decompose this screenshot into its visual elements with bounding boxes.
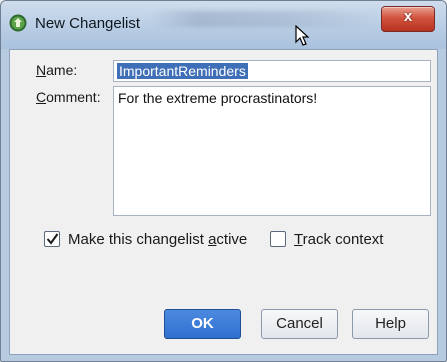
name-input[interactable]: ImportantReminders — [113, 60, 431, 82]
mouse-pointer-icon — [295, 25, 310, 46]
comment-textarea[interactable]: For the extreme procrastinators! — [113, 86, 431, 216]
app-icon — [9, 14, 27, 32]
make-active-label: Make this changelist active — [68, 231, 248, 248]
cancel-button[interactable]: Cancel — [261, 309, 338, 339]
new-changelist-dialog: New Changelist x Name: ImportantReminder… — [0, 0, 447, 362]
track-context-checkbox[interactable] — [270, 231, 286, 247]
ok-button[interactable]: OK — [164, 309, 241, 339]
help-button[interactable]: Help — [352, 309, 429, 339]
make-active-option[interactable]: Make this changelist active — [44, 230, 264, 250]
close-button[interactable]: x — [381, 6, 435, 32]
track-context-option[interactable]: Track context — [270, 230, 410, 250]
checkmark-icon — [46, 233, 59, 245]
dialog-body: Name: ImportantReminders Comment: For th… — [9, 49, 438, 355]
track-context-label: Track context — [294, 231, 384, 248]
title-bar[interactable]: New Changelist x — [1, 1, 446, 49]
name-label: Name: — [36, 62, 78, 78]
name-input-value[interactable]: ImportantReminders — [117, 63, 248, 79]
comment-textarea-value: For the extreme procrastinators! — [118, 90, 318, 106]
comment-label: Comment: — [36, 89, 101, 105]
make-active-checkbox[interactable] — [44, 231, 60, 247]
background-blur — [151, 11, 381, 27]
close-icon: x — [403, 8, 413, 25]
dialog-title: New Changelist — [35, 15, 141, 32]
